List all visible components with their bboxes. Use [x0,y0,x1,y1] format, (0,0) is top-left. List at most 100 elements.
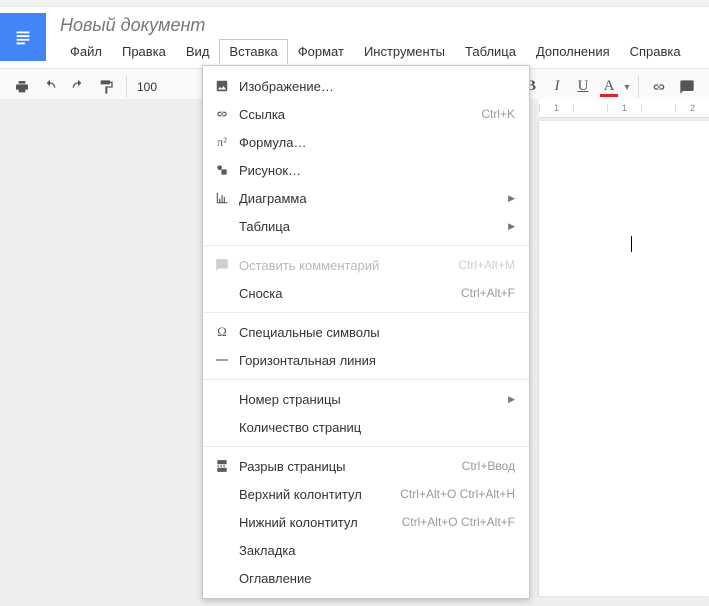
menu-item-footnote[interactable]: Сноска Ctrl+Alt+F [203,279,529,307]
text-color-dropdown[interactable]: ▼ [622,82,632,92]
menu-label: Номер страницы [233,392,498,407]
menu-item-page-break[interactable]: Разрыв страницы Ctrl+Ввод [203,452,529,480]
menu-label: Сноска [233,286,451,301]
comment-icon [679,79,695,95]
menu-item-comment: Оставить комментарий Ctrl+Alt+M [203,251,529,279]
menu-label: Оглавление [233,571,515,586]
window-top-band [0,0,709,7]
menu-label: Закладка [233,543,515,558]
toolbar-divider [638,76,639,98]
menu-label: Горизонтальная линия [233,353,515,368]
ruler-tick: 2 [675,104,709,112]
comment-icon [211,258,233,272]
menu-insert[interactable]: Вставка [219,39,287,64]
menu-item-bookmark[interactable]: Закладка [203,536,529,564]
italic-button[interactable]: I [544,74,570,100]
ruler-tick [641,104,675,112]
menu-item-page-count[interactable]: Количество страниц [203,413,529,441]
chart-icon [211,191,233,205]
menu-label: Оставить комментарий [233,258,448,273]
hline-icon [211,353,233,367]
link-icon [651,79,667,95]
drawing-icon [211,163,233,177]
menu-view[interactable]: Вид [176,39,220,64]
menu-separator [203,312,529,313]
ruler-tick: 1 [539,104,573,112]
menu-addons[interactable]: Дополнения [526,39,620,64]
insert-comment-button[interactable] [673,74,701,100]
submenu-arrow-icon: ▶ [498,394,515,405]
menu-shortcut: Ctrl+Alt+F [451,286,515,300]
menu-label: Количество страниц [233,420,515,435]
menu-label: Диаграмма [233,191,498,206]
menu-item-table[interactable]: Таблица ▶ [203,212,529,240]
menu-item-header[interactable]: Верхний колонтитул Ctrl+Alt+O Ctrl+Alt+H [203,480,529,508]
submenu-arrow-icon: ▶ [498,221,515,232]
ruler-tick [573,104,607,112]
text-cursor [631,236,632,252]
toolbar-divider [126,76,127,98]
redo-button[interactable] [64,74,92,100]
zoom-level[interactable]: 100 [133,80,169,94]
menu-shortcut: Ctrl+Ввод [452,459,515,473]
equation-icon: π² [211,135,233,150]
menu-separator [203,446,529,447]
menubar: Файл Правка Вид Вставка Формат Инструмен… [60,39,691,64]
menu-edit[interactable]: Правка [112,39,176,64]
menu-shortcut: Ctrl+K [471,107,515,121]
text-format-group: B I U A ▼ [518,74,632,100]
submenu-arrow-icon: ▶ [498,193,515,204]
paint-format-button[interactable] [92,74,120,100]
ruler[interactable]: 1 1 2 [539,99,709,118]
header: Новый документ Файл Правка Вид Вставка Ф… [0,7,709,64]
link-icon [211,107,233,121]
menu-label: Изображение… [233,79,515,94]
redo-icon [70,79,86,95]
menu-label: Рисунок… [233,163,515,178]
menu-separator [203,245,529,246]
menu-file[interactable]: Файл [60,39,112,64]
menu-label: Специальные символы [233,325,515,340]
underline-button[interactable]: U [570,74,596,100]
menu-label: Ссылка [233,107,471,122]
menu-help[interactable]: Справка [620,39,691,64]
print-icon [14,79,30,95]
menu-item-link[interactable]: Ссылка Ctrl+K [203,100,529,128]
undo-icon [42,79,58,95]
menu-label: Разрыв страницы [233,459,452,474]
paint-roller-icon [98,79,114,95]
menu-shortcut: Ctrl+Alt+O Ctrl+Alt+H [390,487,515,501]
app-logo[interactable] [0,13,46,61]
menu-label: Таблица [233,219,498,234]
menu-item-equation[interactable]: π² Формула… [203,128,529,156]
menu-label: Верхний колонтитул [233,487,390,502]
menu-item-footer[interactable]: Нижний колонтитул Ctrl+Alt+O Ctrl+Alt+F [203,508,529,536]
text-color-button[interactable]: A [596,74,622,100]
omega-icon: Ω [211,324,233,340]
undo-button[interactable] [36,74,64,100]
image-icon [211,79,233,93]
menu-shortcut: Ctrl+Alt+O Ctrl+Alt+F [392,515,515,529]
menu-table[interactable]: Таблица [455,39,526,64]
document-page[interactable] [539,121,709,596]
print-button[interactable] [8,74,36,100]
menu-separator [203,379,529,380]
menu-label: Нижний колонтитул [233,515,392,530]
docs-icon [12,26,34,48]
menu-item-page-number[interactable]: Номер страницы ▶ [203,385,529,413]
menu-item-chart[interactable]: Диаграмма ▶ [203,184,529,212]
menu-item-horizontal-line[interactable]: Горизонтальная линия [203,346,529,374]
insert-link-button[interactable] [645,74,673,100]
menu-item-special-chars[interactable]: Ω Специальные символы [203,318,529,346]
menu-shortcut: Ctrl+Alt+M [448,258,515,272]
document-title[interactable]: Новый документ [60,15,691,35]
ruler-tick: 1 [607,104,641,112]
menu-item-drawing[interactable]: Рисунок… [203,156,529,184]
menu-label: Формула… [233,135,515,150]
page-break-icon [211,459,233,473]
menu-item-toc[interactable]: Оглавление [203,564,529,592]
menu-item-image[interactable]: Изображение… [203,72,529,100]
menu-tools[interactable]: Инструменты [354,39,455,64]
menu-format[interactable]: Формат [288,39,354,64]
insert-dropdown: Изображение… Ссылка Ctrl+K π² Формула… Р… [202,65,530,599]
